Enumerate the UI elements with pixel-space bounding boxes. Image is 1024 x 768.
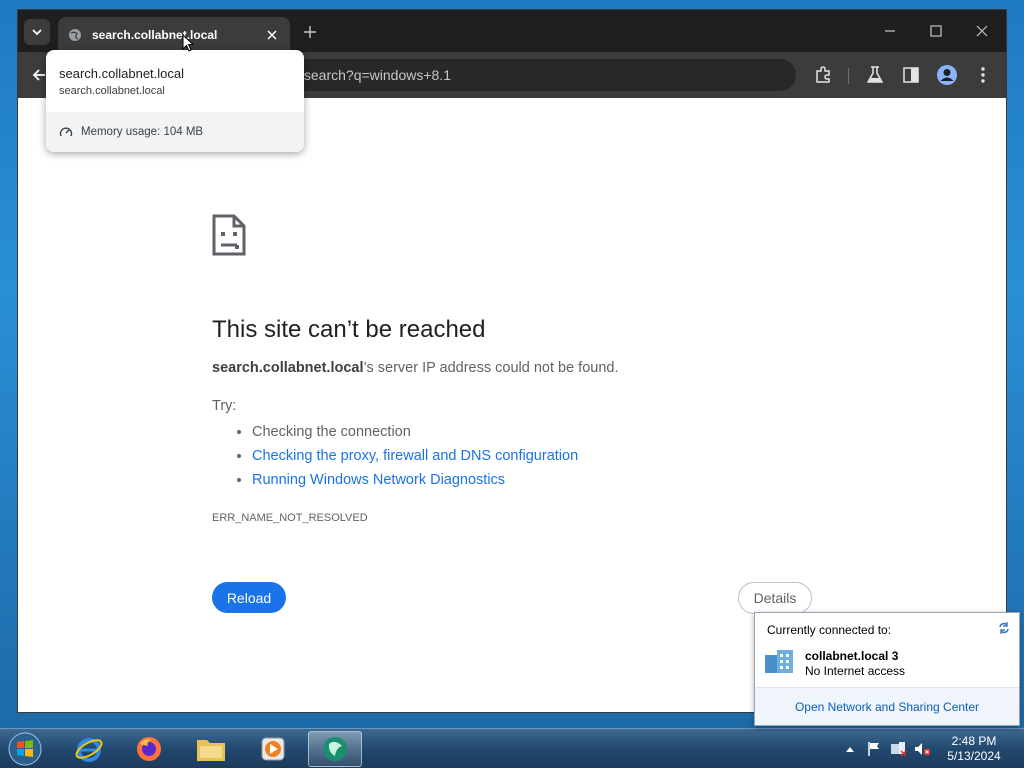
error-code: ERR_NAME_NOT_RESOLVED xyxy=(212,512,368,524)
new-tab-button[interactable] xyxy=(300,22,320,42)
suggestion-check-connection: Checking the connection xyxy=(252,424,411,440)
sad-page-icon xyxy=(212,214,246,261)
toolbar-divider xyxy=(848,68,849,84)
clock-date: 5/13/2024 xyxy=(947,749,1001,763)
maximize-icon xyxy=(930,25,942,37)
suggestion-item[interactable]: Running Windows Network Diagnostics xyxy=(252,470,578,494)
plus-icon xyxy=(304,26,316,38)
error-description: search.collabnet.local’s server IP addre… xyxy=(212,360,619,376)
suggestion-item[interactable]: Checking the proxy, firewall and DNS con… xyxy=(252,446,578,470)
taskbar-ie[interactable] xyxy=(62,731,116,767)
network-name: collabnet.local 3 xyxy=(805,649,899,663)
taskbar-browser-active[interactable] xyxy=(308,731,362,767)
labs-flask-icon[interactable] xyxy=(864,64,886,86)
address-bar[interactable]: /search?q=windows+8.1 xyxy=(288,59,796,91)
tab-title: search.collabnet.local xyxy=(92,27,218,42)
tab-hover-card: search.collabnet.local search.collabnet.… xyxy=(46,50,304,152)
error-host: search.collabnet.local xyxy=(212,360,364,376)
network-popup: Currently connected to: collabnet.local … xyxy=(754,612,1020,726)
suggestion-proxy-link[interactable]: Checking the proxy, firewall and DNS con… xyxy=(252,448,578,464)
tab-strip: search.collabnet.local xyxy=(18,10,1006,52)
reload-button[interactable]: Reload xyxy=(212,582,286,613)
hovercard-title: search.collabnet.local xyxy=(59,66,185,81)
folder-icon xyxy=(197,740,225,761)
suggestion-diagnostics-link[interactable]: Running Windows Network Diagnostics xyxy=(252,472,505,488)
side-panel-icon[interactable] xyxy=(900,64,922,86)
suggestion-item: Checking the connection xyxy=(252,422,578,446)
menu-kebab-icon[interactable] xyxy=(972,64,994,86)
action-center-flag-icon[interactable] xyxy=(864,729,884,768)
chevron-down-icon xyxy=(32,29,42,36)
profile-avatar-icon[interactable] xyxy=(936,64,958,86)
memory-usage-text: Memory usage: 104 MB xyxy=(81,126,204,138)
internet-explorer-icon xyxy=(75,738,103,762)
taskbar: 2:48 PM 5/13/2024 xyxy=(0,728,1024,768)
refresh-arrows-icon[interactable] xyxy=(995,619,1013,637)
open-network-center-link[interactable]: Open Network and Sharing Center xyxy=(795,700,979,714)
firefox-icon xyxy=(137,737,161,761)
show-hidden-icons-button[interactable] xyxy=(844,729,856,768)
media-player-icon xyxy=(261,737,285,761)
windows-orb-icon xyxy=(8,732,42,766)
volume-muted-icon[interactable] xyxy=(912,729,932,768)
details-button[interactable]: Details xyxy=(738,582,812,614)
error-heading: This site can’t be reached xyxy=(212,316,486,343)
start-button[interactable] xyxy=(6,731,44,767)
clock-time: 2:48 PM xyxy=(951,734,997,748)
suggestions-list: Checking the connection Checking the pro… xyxy=(252,422,578,494)
tray-clock[interactable]: 2:48 PM 5/13/2024 xyxy=(942,734,1006,764)
close-icon xyxy=(976,25,988,37)
network-tray-icon[interactable] xyxy=(888,729,908,768)
minimize-icon xyxy=(885,30,895,32)
tab-search-button[interactable] xyxy=(24,19,50,45)
extensions-icon[interactable] xyxy=(812,64,834,86)
hovercard-url: search.collabnet.local xyxy=(59,85,165,97)
hovercard-memory: Memory usage: 104 MB xyxy=(46,112,304,152)
network-status: No Internet access xyxy=(805,664,906,678)
taskbar-firefox[interactable] xyxy=(122,731,176,767)
close-window-button[interactable] xyxy=(970,20,994,42)
tab-active[interactable]: search.collabnet.local xyxy=(58,17,290,52)
network-popup-footer: Open Network and Sharing Center xyxy=(755,687,1019,725)
network-building-icon xyxy=(763,647,797,680)
chevron-up-icon xyxy=(846,747,854,752)
taskbar-explorer[interactable] xyxy=(184,731,238,767)
arrow-left-icon xyxy=(32,69,45,81)
gauge-icon xyxy=(59,127,73,137)
browser-app-icon xyxy=(323,737,347,761)
error-desc-suffix: ’s server IP address could not be found. xyxy=(363,360,619,376)
close-tab-icon[interactable] xyxy=(264,27,280,43)
network-popup-header: Currently connected to: xyxy=(767,623,892,637)
mouse-cursor-icon xyxy=(182,34,194,52)
minimize-button[interactable] xyxy=(878,20,902,42)
taskbar-media-player[interactable] xyxy=(246,731,300,767)
maximize-button[interactable] xyxy=(924,20,948,42)
address-text: /search?q=windows+8.1 xyxy=(300,67,451,83)
globe-icon xyxy=(68,28,82,42)
try-label: Try: xyxy=(212,398,237,414)
